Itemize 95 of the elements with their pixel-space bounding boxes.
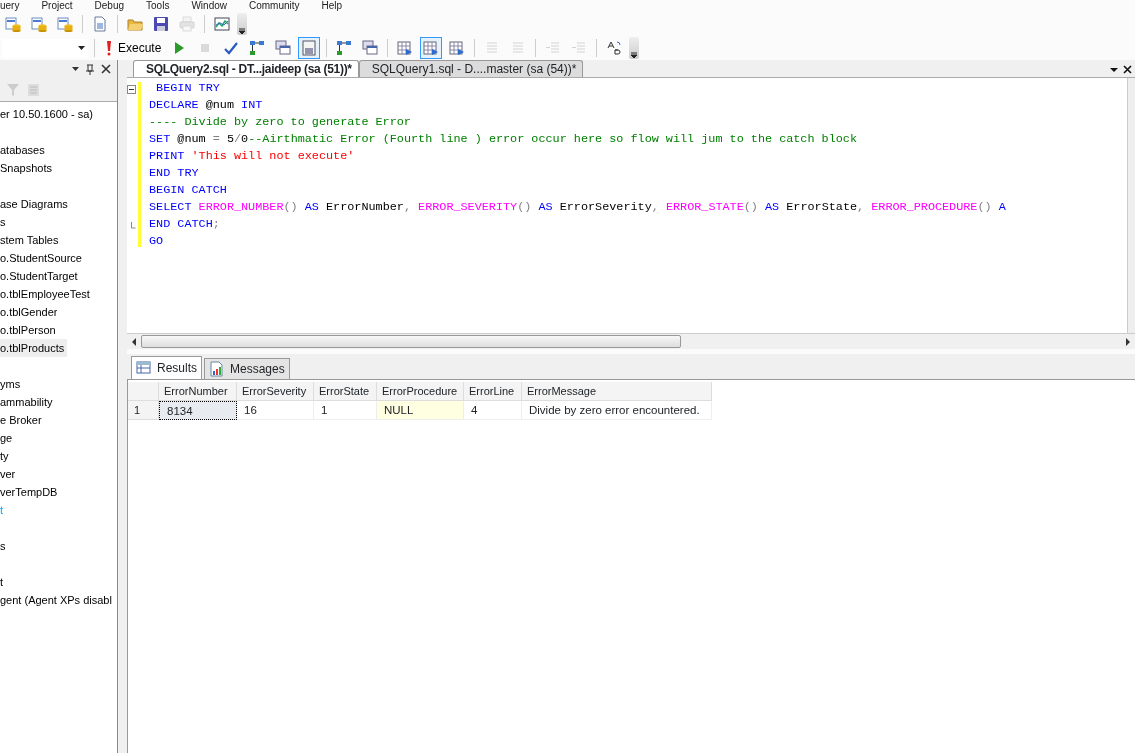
execute-button[interactable]: Execute bbox=[101, 39, 165, 57]
menu-item[interactable]: Window bbox=[191, 0, 227, 12]
table-icon bbox=[449, 40, 466, 56]
overflow-arrow-icon bbox=[238, 27, 246, 35]
tree-item[interactable]: o.tblEmployeeTest bbox=[0, 284, 90, 303]
column-header[interactable]: ErrorLine bbox=[464, 382, 522, 401]
menu-item[interactable]: Project bbox=[41, 0, 73, 12]
tree-item[interactable]: stem Tables bbox=[0, 230, 59, 249]
column-header[interactable]: ErrorProcedure bbox=[377, 382, 464, 401]
row-number: 1 bbox=[128, 401, 159, 420]
tree-item[interactable]: ase Diagrams bbox=[0, 194, 68, 213]
vertical-scrollbar[interactable] bbox=[1127, 78, 1135, 333]
collapse-icon[interactable] bbox=[127, 84, 136, 94]
tree-item[interactable]: Snapshots bbox=[0, 158, 52, 177]
tree-item[interactable]: s bbox=[0, 212, 6, 231]
tree-item[interactable]: ge bbox=[0, 428, 13, 447]
diagram-icon bbox=[249, 40, 266, 56]
table-cell[interactable]: Divide by zero error encountered. bbox=[522, 401, 712, 420]
close-icon[interactable] bbox=[1123, 65, 1133, 75]
menu-item[interactable]: Debug bbox=[94, 0, 125, 12]
chart-icon bbox=[214, 16, 230, 32]
windows-icon bbox=[275, 40, 292, 56]
table-cell[interactable]: NULL bbox=[377, 401, 464, 420]
code-line: DECLARE @num INT bbox=[149, 97, 263, 114]
results-tab[interactable]: Messages bbox=[204, 358, 290, 379]
code-line: ---- Divide by zero to generate Error bbox=[149, 114, 411, 131]
code-line: END TRY bbox=[149, 165, 199, 182]
tree-item[interactable]: t bbox=[0, 572, 4, 591]
form-icon bbox=[301, 40, 318, 56]
grid-icon bbox=[136, 360, 152, 376]
toolbar-button[interactable] bbox=[420, 37, 443, 59]
code-line: SET @num = 5/0--Airthmatic Error (Fourth line ) error occur here so flow will jum to the catch block bbox=[149, 131, 857, 148]
table-cell[interactable]: 4 bbox=[464, 401, 522, 420]
tree-item[interactable]: ver bbox=[0, 464, 16, 483]
tree-item[interactable]: verTempDB bbox=[0, 482, 58, 501]
database-icon bbox=[31, 16, 47, 32]
horizontal-scrollbar[interactable] bbox=[127, 333, 1135, 349]
menu-item[interactable]: Help bbox=[321, 0, 343, 12]
dropdown-arrow-icon bbox=[78, 46, 85, 50]
tree-item[interactable]: yms bbox=[0, 374, 21, 393]
spelling-icon bbox=[606, 40, 623, 56]
folder-icon bbox=[127, 16, 143, 32]
column-header[interactable]: ErrorSeverity bbox=[237, 382, 314, 401]
code-line: BEGIN TRY bbox=[155, 80, 220, 97]
results-tab[interactable]: Results bbox=[131, 356, 202, 379]
code-line: SELECT ERROR_NUMBER() AS ErrorNumber, ERROR_SEVERITY() AS ErrorSeverity, ERROR_STATE() AS ErrorState, ERROR_PROCEDURE() A bbox=[149, 199, 1006, 216]
tree-item[interactable]: e Broker bbox=[0, 410, 42, 429]
checkmark-icon bbox=[223, 40, 240, 56]
windows-icon bbox=[362, 40, 379, 56]
pin-icon[interactable] bbox=[85, 63, 95, 75]
exclamation-icon bbox=[104, 40, 114, 56]
tree-item[interactable]: ty bbox=[0, 446, 9, 465]
code-line: BEGIN CATCH bbox=[149, 182, 227, 199]
column-header[interactable]: ErrorMessage bbox=[522, 382, 712, 401]
tree-item[interactable]: gent (Agent XPs disabl bbox=[0, 590, 112, 609]
tree-item[interactable]: o.StudentTarget bbox=[0, 266, 78, 285]
database-icon bbox=[5, 16, 21, 32]
table-icon bbox=[397, 40, 414, 56]
menu-item[interactable]: Tools bbox=[146, 0, 170, 12]
document-icon bbox=[209, 361, 225, 377]
tree-item[interactable]: er 10.50.1600 - sa) bbox=[0, 104, 93, 123]
tree-item[interactable]: atabases bbox=[0, 140, 45, 159]
table-icon bbox=[423, 40, 440, 56]
column-header[interactable]: ErrorNumber bbox=[159, 382, 237, 401]
document-tab[interactable]: SQLQuery2.sql - DT...jaideep (sa (51))* bbox=[133, 60, 359, 77]
toolbar-overflow-button[interactable] bbox=[629, 37, 640, 59]
indent-icon bbox=[571, 40, 588, 56]
dropdown-arrow-icon[interactable] bbox=[1109, 67, 1118, 72]
tree-item[interactable]: ammability bbox=[0, 392, 53, 411]
database-icon bbox=[57, 16, 73, 32]
scroll-right-icon[interactable] bbox=[1125, 337, 1131, 346]
table-cell[interactable]: 8134 bbox=[159, 401, 237, 420]
code-line: GO bbox=[149, 233, 164, 250]
overflow-arrow-icon bbox=[630, 51, 639, 59]
scroll-left-icon[interactable] bbox=[131, 337, 137, 346]
code-line: PRINT 'This will not execute' bbox=[149, 148, 355, 165]
document-tab[interactable]: SQLQuery1.sql - D....master (sa (54))* bbox=[358, 60, 584, 77]
menu-item[interactable]: Community bbox=[249, 0, 300, 12]
diagram-icon bbox=[336, 40, 353, 56]
tree-item[interactable]: o.tblPerson bbox=[0, 320, 56, 339]
indent-icon bbox=[545, 40, 562, 56]
document-icon bbox=[92, 16, 108, 32]
printer-icon bbox=[179, 16, 195, 32]
dropdown-arrow-icon[interactable] bbox=[72, 67, 79, 71]
tree-item[interactable]: o.StudentSource bbox=[0, 248, 82, 267]
code-line: END CATCH; bbox=[149, 216, 220, 233]
tree-item[interactable]: s bbox=[0, 536, 6, 555]
close-icon[interactable] bbox=[101, 64, 111, 74]
tree-item[interactable]: o.tblProducts bbox=[0, 338, 68, 357]
toolbar-overflow-button[interactable] bbox=[237, 13, 247, 35]
menu-item[interactable]: uery bbox=[0, 0, 20, 12]
scroll-thumb[interactable] bbox=[141, 335, 681, 348]
tree-item[interactable]: o.tblGender bbox=[0, 302, 58, 321]
column-header[interactable]: ErrorState bbox=[314, 382, 377, 401]
table-cell[interactable]: 16 bbox=[237, 401, 314, 420]
